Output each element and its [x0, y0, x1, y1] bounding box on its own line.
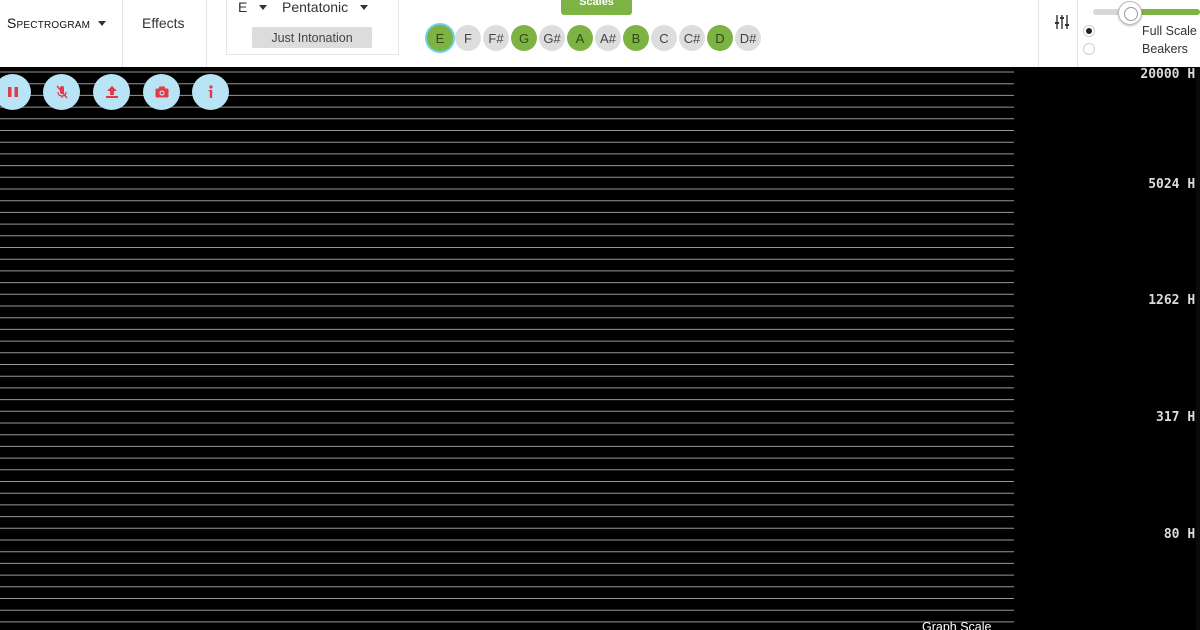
camera-button[interactable] — [143, 74, 180, 110]
scale-value: Pentatonic — [282, 0, 349, 15]
note-button[interactable]: A — [567, 25, 593, 51]
full-scale-label: Full Scale — [1142, 24, 1197, 38]
sliders-icon[interactable] — [1053, 13, 1071, 31]
chevron-down-icon — [98, 20, 107, 26]
full-scale-radio[interactable] — [1083, 25, 1095, 37]
note-button[interactable]: C — [651, 25, 677, 51]
spectrogram-canvas[interactable]: 20000 Hz 5024 Hz 1262 Hz 317 Hz 80 Hz — [0, 67, 1200, 630]
chevron-down-icon — [360, 4, 369, 10]
note-button[interactable]: G# — [539, 25, 565, 51]
note-button[interactable]: F — [455, 25, 481, 51]
top-toolbar: Spectrogram Effects E Pentatonic Just In… — [0, 0, 1200, 67]
frequency-label: 1262 Hz — [1148, 293, 1200, 308]
mode-label: Spectrogram — [7, 15, 91, 31]
key-dropdown[interactable]: E — [238, 0, 268, 15]
frequency-label: 20000 Hz — [1140, 67, 1200, 82]
scales-button[interactable]: Scales — [561, 0, 632, 15]
beakers-label: Beakers — [1142, 42, 1188, 56]
mode-dropdown[interactable]: Spectrogram — [7, 14, 107, 32]
scale-slider[interactable] — [1093, 1, 1200, 25]
note-button[interactable]: A# — [595, 25, 621, 51]
microphone-off-icon — [55, 85, 68, 99]
effects-button[interactable]: Effects — [142, 15, 185, 31]
graph-scale-label: Graph Scale — [922, 620, 992, 630]
slider-handle[interactable] — [1118, 1, 1142, 25]
divider — [122, 0, 123, 67]
note-button[interactable]: D# — [735, 25, 761, 51]
frequency-label: 80 Hz — [1163, 527, 1200, 542]
tuning-button[interactable]: Just Intonation — [252, 27, 372, 48]
note-button[interactable]: G — [511, 25, 537, 51]
divider — [206, 0, 207, 67]
divider — [1077, 0, 1078, 67]
spectrogram-gridlines — [0, 71, 1014, 623]
pause-icon — [7, 87, 18, 97]
divider — [1038, 0, 1039, 67]
note-button[interactable]: B — [623, 25, 649, 51]
note-button[interactable]: C# — [679, 25, 705, 51]
note-button[interactable]: E — [427, 25, 453, 51]
upload-button[interactable] — [93, 74, 130, 110]
microphone-button[interactable] — [43, 74, 80, 110]
info-button[interactable] — [192, 74, 229, 110]
scrollbar[interactable] — [1196, 67, 1200, 630]
frequency-label: 5024 Hz — [1148, 177, 1200, 192]
camera-icon — [155, 86, 168, 98]
beakers-radio[interactable] — [1083, 43, 1095, 55]
upload-icon — [105, 86, 118, 98]
note-button[interactable]: F# — [483, 25, 509, 51]
scale-dropdown[interactable]: Pentatonic — [282, 0, 369, 15]
chevron-down-icon — [259, 4, 268, 10]
note-button[interactable]: D — [707, 25, 733, 51]
key-value: E — [238, 0, 248, 15]
frequency-label: 317 Hz — [1156, 410, 1200, 425]
info-icon — [208, 85, 213, 98]
key-panel: E Pentatonic Just Intonation — [226, 0, 399, 55]
